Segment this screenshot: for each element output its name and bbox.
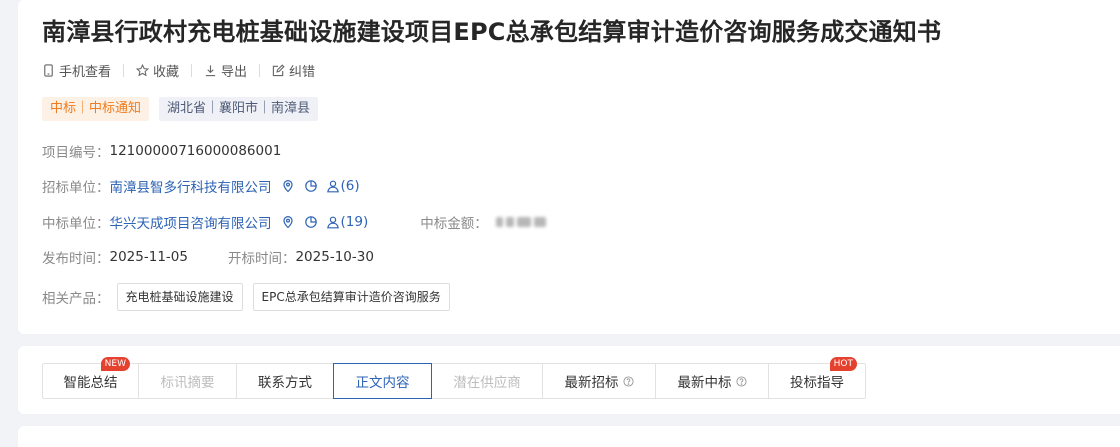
product-tag[interactable]: 充电桩基础设施建设 [116,283,243,311]
tab-label: 最新招标 [564,375,619,391]
tenderer-contacts-count: (6) [340,178,360,194]
new-badge: NEW [100,357,130,371]
publish-date-label: 发布时间： [42,251,110,267]
product-tag[interactable]: EPC总承包结算审计造价咨询服务 [252,283,450,311]
page-title: 南漳县行政村充电桩基础设施建设项目EPC总承包结算审计造价咨询服务成交通知书 [42,18,942,46]
project-info-card: 南漳县行政村充电桩基础设施建设项目EPC总承包结算审计造价咨询服务成交通知书 手… [18,0,1120,334]
notice-type-tag[interactable]: 中标｜中标通知 [42,97,150,121]
mobile-view-button[interactable]: 手机查看 [42,61,111,80]
tab-latest-tenders[interactable]: 最新招标 [543,364,656,398]
tab-potential-suppliers[interactable]: 潜在供应商 [432,364,543,398]
products-label: 相关产品： [42,291,110,307]
open-date-value: 2025-10-30 [295,249,374,265]
amount-label: 中标金额： [420,216,488,232]
products-row: 相关产品： 充电桩基础设施建设 EPC总承包结算审计造价咨询服务 [42,283,460,311]
pie-chart-icon[interactable] [304,179,318,193]
tab-label: 联系方式 [258,375,312,391]
edit-icon [272,63,285,76]
divider [191,63,193,77]
pie-chart-icon[interactable] [304,215,318,229]
favorite-button[interactable]: 收藏 [136,61,179,80]
hot-badge: HOT [829,357,857,371]
export-label: 导出 [221,64,248,80]
project-number-label: 项目编号： [42,145,110,161]
tab-label: 标讯摘要 [160,375,215,391]
user-icon [326,216,339,229]
tab-contact-info[interactable]: 联系方式 [237,364,334,398]
content-tabs: 智能总结 NEW 标讯摘要 联系方式 正文内容 潜在供应商 最新招标 最新中标 [42,357,866,399]
tab-bid-summary[interactable]: 标讯摘要 [139,364,237,398]
amount-value-obscured [495,217,546,227]
download-icon [205,64,216,76]
star-icon [136,63,150,76]
divider [259,63,261,77]
tabs-card: 智能总结 NEW 标讯摘要 联系方式 正文内容 潜在供应商 最新招标 最新中标 [18,346,1120,414]
tab-bidding-guide[interactable]: 投标指导 HOT [769,357,865,398]
winner-label: 中标单位： [42,216,110,232]
export-button[interactable]: 导出 [204,61,247,80]
location-icon[interactable] [281,215,295,229]
winner-contacts-button[interactable]: (19) [326,214,369,230]
action-bar: 手机查看 收藏 导出 纠错 [42,60,315,80]
tab-label: 智能总结 [63,375,118,391]
tag-group: 中标｜中标通知 湖北省｜襄阳市｜南漳县 [42,97,328,121]
help-icon[interactable] [622,375,634,387]
help-icon[interactable] [735,375,747,387]
mobile-view-label: 手机查看 [59,64,112,80]
favorite-label: 收藏 [153,64,180,80]
publish-date-value: 2025-11-05 [109,249,188,265]
date-row: 发布时间： 2025-11-05 开标时间： 2025-10-30 [42,247,374,267]
tab-body-content[interactable]: 正文内容 [333,363,432,399]
mobile-icon [44,63,53,77]
divider [123,63,125,77]
winner-contacts-count: (19) [340,214,369,230]
tab-smart-summary[interactable]: 智能总结 NEW [43,357,139,398]
region-tag[interactable]: 湖北省｜襄阳市｜南漳县 [159,97,319,121]
winner-link[interactable]: 华兴天成项目咨询有限公司 [110,212,272,232]
winner-row: 中标单位： 华兴天成项目咨询有限公司 (19) 中标金额： [42,212,546,232]
report-error-label: 纠错 [289,64,316,80]
tenderer-contacts-button[interactable]: (6) [326,178,360,194]
tab-label: 正文内容 [355,375,410,391]
report-error-button[interactable]: 纠错 [272,61,315,80]
tab-label: 最新中标 [677,375,732,391]
tab-label: 投标指导 [790,375,844,391]
tab-latest-awards[interactable]: 最新中标 [656,364,769,398]
tenderer-link[interactable]: 南漳县智多行科技有限公司 [110,176,272,196]
user-icon [326,180,339,193]
tenderer-row: 招标单位： 南漳县智多行科技有限公司 (6) [42,176,360,196]
project-number-value: 12100000716000086001 [109,143,282,159]
tab-label: 潜在供应商 [453,375,521,391]
tenderer-label: 招标单位： [42,180,110,196]
project-number-row: 项目编号： 12100000716000086001 [42,141,281,161]
body-content-card [18,426,1120,447]
location-icon[interactable] [281,179,295,193]
open-date-label: 开标时间： [227,251,296,267]
